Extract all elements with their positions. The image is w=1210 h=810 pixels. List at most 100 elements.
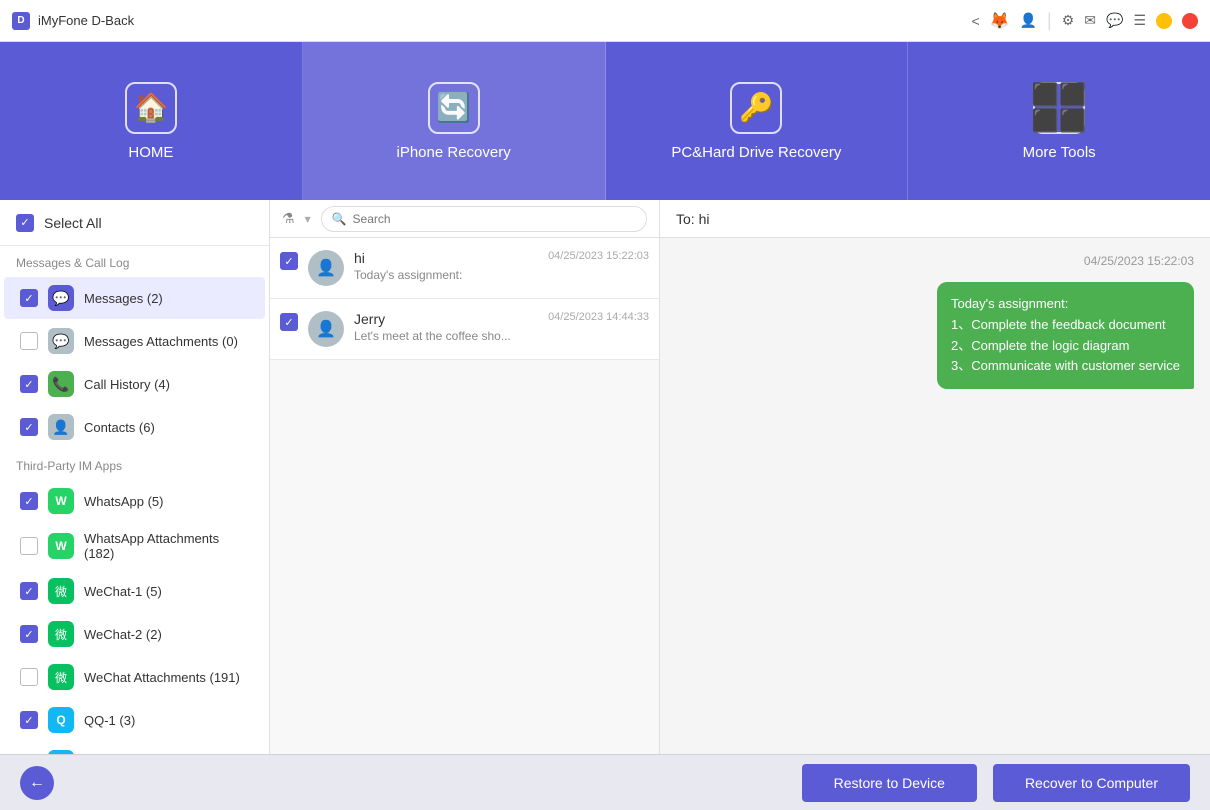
sidebar-item-wechat-attachments[interactable]: 微 WeChat Attachments (191): [4, 656, 265, 698]
app-title: iMyFone D-Back: [38, 13, 134, 28]
menu-icon[interactable]: ☰: [1133, 12, 1146, 29]
back-icon: ←: [29, 774, 45, 792]
wechat-1-icon: 微: [48, 578, 74, 604]
account-icon[interactable]: 👤: [1020, 12, 1037, 29]
wechat-attachments-label: WeChat Attachments (191): [84, 670, 240, 685]
divider: |: [1047, 10, 1052, 31]
wechat-1-checkbox[interactable]: ✓: [20, 582, 38, 600]
messages-icon: 💬: [48, 285, 74, 311]
call-history-icon: 📞: [48, 371, 74, 397]
msg2-avatar: 👤: [308, 311, 344, 347]
messages-checkbox[interactable]: ✓: [20, 289, 38, 307]
message-item-1[interactable]: ✓ 👤 hi Today's assignment: 04/25/2023 15…: [270, 238, 659, 299]
mail-icon[interactable]: ✉: [1084, 12, 1096, 29]
pc-recovery-icon: 🔑: [730, 82, 782, 134]
back-button[interactable]: ←: [20, 766, 54, 800]
msg1-content: hi Today's assignment:: [354, 250, 538, 282]
sidebar-item-messages-attachments[interactable]: 💬 Messages Attachments (0): [4, 320, 265, 362]
filter-icon[interactable]: ⚗: [282, 210, 295, 227]
nav-pc-recovery[interactable]: 🔑 PC&Hard Drive Recovery: [606, 42, 909, 200]
wechat-2-label: WeChat-2 (2): [84, 627, 162, 642]
contacts-checkbox[interactable]: ✓: [20, 418, 38, 436]
contacts-label: Contacts (6): [84, 420, 155, 435]
msg1-time: 04/25/2023 15:22:03: [548, 250, 649, 262]
sidebar-item-qq-2[interactable]: Q QQ-2 (0): [4, 742, 265, 754]
restore-to-device-button[interactable]: Restore to Device: [802, 764, 977, 802]
wechat-attachments-icon: 微: [48, 664, 74, 690]
select-all-checkbox[interactable]: ✓: [16, 214, 34, 232]
msg2-meta: 04/25/2023 14:44:33: [548, 311, 649, 323]
msg2-checkbox[interactable]: ✓: [280, 313, 298, 331]
msg2-content: Jerry Let's meet at the coffee sho...: [354, 311, 538, 343]
call-history-checkbox[interactable]: ✓: [20, 375, 38, 393]
contacts-icon: 👤: [48, 414, 74, 440]
wechat-2-icon: 微: [48, 621, 74, 647]
sidebar-item-call-history[interactable]: ✓ 📞 Call History (4): [4, 363, 265, 405]
group-label-third-party: Third-Party IM Apps: [0, 449, 269, 479]
sidebar-item-qq-1[interactable]: ✓ Q QQ-1 (3): [4, 699, 265, 741]
nav-home-label: HOME: [128, 144, 173, 161]
settings-icon[interactable]: ⚙: [1062, 12, 1075, 29]
sidebar-item-wechat-2[interactable]: ✓ 微 WeChat-2 (2): [4, 613, 265, 655]
qq-2-icon: Q: [48, 750, 74, 754]
msg1-checkbox[interactable]: ✓: [280, 252, 298, 270]
message-bubble-sent: Today's assignment: 1、Complete the feedb…: [937, 282, 1194, 389]
sidebar-item-contacts[interactable]: ✓ 👤 Contacts (6): [4, 406, 265, 448]
message-list-header: ⚗ ▾ 🔍: [270, 200, 659, 238]
message-detail: To: hi 04/25/2023 15:22:03 Today's assig…: [660, 200, 1210, 754]
sidebar-item-whatsapp-attachments[interactable]: W WhatsApp Attachments (182): [4, 523, 265, 569]
sidebar-item-wechat-1[interactable]: ✓ 微 WeChat-1 (5): [4, 570, 265, 612]
detail-header: To: hi: [660, 200, 1210, 238]
wechat-attachments-checkbox[interactable]: [20, 668, 38, 686]
sidebar-item-whatsapp[interactable]: ✓ W WhatsApp (5): [4, 480, 265, 522]
wechat-1-label: WeChat-1 (5): [84, 584, 162, 599]
whatsapp-label: WhatsApp (5): [84, 494, 163, 509]
msg2-preview: Let's meet at the coffee sho...: [354, 329, 538, 343]
qq-1-checkbox[interactable]: ✓: [20, 711, 38, 729]
msg2-name: Jerry: [354, 311, 538, 327]
whatsapp-checkbox[interactable]: ✓: [20, 492, 38, 510]
detail-to: To: hi: [676, 211, 709, 227]
whatsapp-attachments-checkbox[interactable]: [20, 537, 38, 555]
nav-more-tools[interactable]: ⬛⬛⬛⬛ More Tools: [908, 42, 1210, 200]
recover-to-computer-button[interactable]: Recover to Computer: [993, 764, 1190, 802]
group-label-messages: Messages & Call Log: [0, 246, 269, 276]
message-item-2[interactable]: ✓ 👤 Jerry Let's meet at the coffee sho..…: [270, 299, 659, 360]
chat-icon[interactable]: 💬: [1106, 12, 1123, 29]
wechat-2-checkbox[interactable]: ✓: [20, 625, 38, 643]
messages-attachments-label: Messages Attachments (0): [84, 334, 238, 349]
more-tools-icon: ⬛⬛⬛⬛: [1033, 82, 1085, 134]
messages-attachments-icon: 💬: [48, 328, 74, 354]
checkbox-check-icon: ✓: [20, 216, 29, 229]
message-list: ⚗ ▾ 🔍 ✓ 👤 hi Today's assignment: 04/25/2…: [270, 200, 660, 754]
titlebar-right: < 🦊 👤 | ⚙ ✉ 💬 ☰: [971, 10, 1198, 31]
call-history-label: Call History (4): [84, 377, 170, 392]
nav-home[interactable]: 🏠 HOME: [0, 42, 303, 200]
msg1-avatar: 👤: [308, 250, 344, 286]
iphone-recovery-icon: 🔄: [428, 82, 480, 134]
msg1-name: hi: [354, 250, 538, 266]
select-all-bar[interactable]: ✓ Select All: [0, 200, 269, 246]
close-button[interactable]: [1182, 13, 1198, 29]
qq-1-label: QQ-1 (3): [84, 713, 135, 728]
nav-iphone-recovery-label: iPhone Recovery: [397, 144, 511, 161]
titlebar-left: D iMyFone D-Back: [12, 12, 134, 30]
nav-more-tools-label: More Tools: [1023, 144, 1096, 161]
share-icon[interactable]: <: [971, 13, 979, 29]
sidebar: ✓ Select All Messages & Call Log ✓ 💬 Mes…: [0, 200, 270, 754]
msg1-meta: 04/25/2023 15:22:03: [548, 250, 649, 262]
nav-iphone-recovery[interactable]: 🔄 iPhone Recovery: [303, 42, 606, 200]
detail-timestamp: 04/25/2023 15:22:03: [676, 254, 1194, 268]
home-icon: 🏠: [125, 82, 177, 134]
sidebar-scroll: Messages & Call Log ✓ 💬 Messages (2) 💬 M…: [0, 246, 269, 754]
search-box[interactable]: 🔍: [321, 206, 647, 232]
minimize-button[interactable]: [1156, 13, 1172, 29]
main-content: ✓ Select All Messages & Call Log ✓ 💬 Mes…: [0, 200, 1210, 754]
firefox-icon[interactable]: 🦊: [990, 11, 1010, 31]
search-input[interactable]: [353, 212, 636, 226]
filter-chevron[interactable]: ▾: [305, 212, 311, 226]
bubble-container: Today's assignment: 1、Complete the feedb…: [676, 282, 1194, 389]
messages-attachments-checkbox[interactable]: [20, 332, 38, 350]
sidebar-item-messages[interactable]: ✓ 💬 Messages (2): [4, 277, 265, 319]
detail-body: 04/25/2023 15:22:03 Today's assignment: …: [660, 238, 1210, 754]
